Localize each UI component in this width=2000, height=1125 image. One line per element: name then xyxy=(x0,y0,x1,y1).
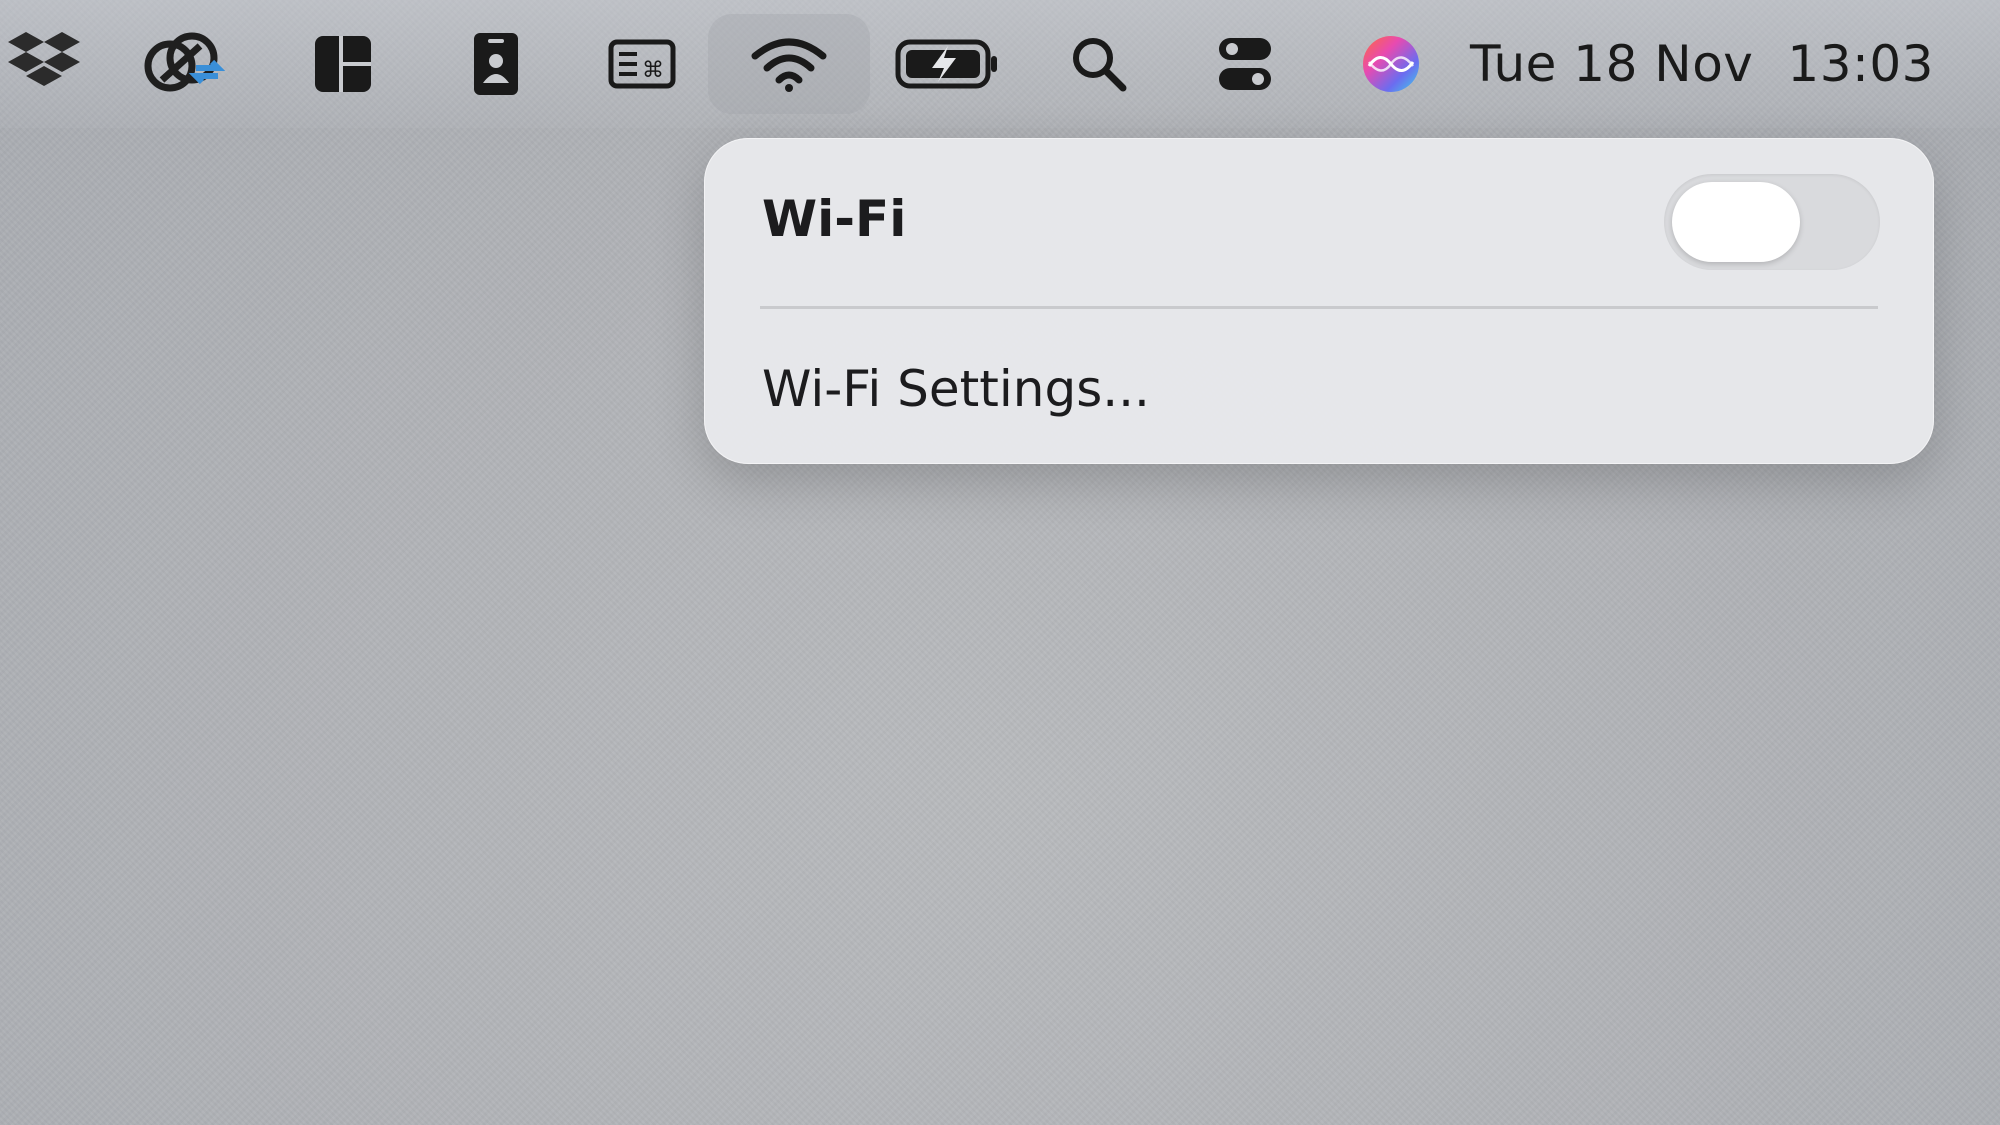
dropbox-icon[interactable] xyxy=(0,14,80,114)
wifi-icon[interactable] xyxy=(708,14,870,114)
menu-divider xyxy=(760,306,1878,309)
siri-icon[interactable] xyxy=(1356,14,1426,114)
menubar-time: 13:03 xyxy=(1787,35,1934,93)
control-center-icon[interactable] xyxy=(1210,14,1280,114)
spotlight-search-icon[interactable] xyxy=(1064,14,1134,114)
wifi-menu-title: Wi-Fi xyxy=(762,190,907,248)
wifi-toggle[interactable] xyxy=(1664,174,1880,270)
svg-text:⌘: ⌘ xyxy=(642,58,664,83)
menubar-date: Tue 18 Nov xyxy=(1470,35,1754,93)
window-layout-icon[interactable] xyxy=(306,14,380,114)
wifi-menu-panel: Wi-Fi Wi-Fi Settings... xyxy=(704,138,1934,464)
id-badge-icon[interactable] xyxy=(456,14,536,114)
cloud-sync-icon[interactable] xyxy=(138,14,234,114)
wifi-settings-menu-item[interactable]: Wi-Fi Settings... xyxy=(762,360,1150,418)
battery-charging-icon[interactable] xyxy=(892,14,1002,114)
wifi-toggle-knob xyxy=(1672,182,1800,262)
menu-bar: ⌘ Tue 18 Nov 13:03 xyxy=(0,0,2000,128)
menubar-clock[interactable]: Tue 18 Nov 13:03 xyxy=(1470,28,1934,100)
keyboard-shortcuts-icon[interactable]: ⌘ xyxy=(600,14,684,114)
